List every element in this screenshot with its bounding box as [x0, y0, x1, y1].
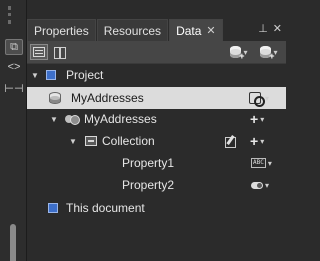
- pane-controls: ⊥ ✕: [258, 22, 282, 35]
- expand-arrow-icon[interactable]: ▼: [68, 137, 78, 146]
- project-icon: [46, 70, 56, 80]
- tree-item-collection[interactable]: ▼ Collection + ▾: [27, 130, 286, 152]
- edit-icon: [225, 135, 237, 148]
- tab-data[interactable]: Data ✕: [169, 19, 223, 41]
- add-property-button[interactable]: + ▾: [250, 112, 264, 126]
- list-view-button[interactable]: [30, 44, 48, 60]
- expand-arrow-icon[interactable]: ▼: [30, 71, 40, 80]
- tree-item-dataset[interactable]: ▼ MyAddresses + ▾: [27, 108, 286, 130]
- left-scrollbar[interactable]: [10, 224, 16, 261]
- close-icon[interactable]: ✕: [273, 22, 282, 35]
- chevron-down-icon: ▾: [267, 158, 272, 168]
- tree-item-project[interactable]: ▼ Project: [27, 64, 286, 86]
- abc-string-icon: ABC: [251, 158, 266, 168]
- tree-item-property1[interactable]: Property1 ABC ▾: [27, 152, 286, 174]
- tab-properties[interactable]: Properties: [27, 19, 96, 41]
- close-tab-icon[interactable]: ✕: [206, 24, 215, 37]
- tab-label: Resources: [103, 23, 162, 38]
- property-type-button[interactable]: ABC ▾: [251, 156, 272, 170]
- left-toolbar: ⧉ <> ⊢⊣: [0, 0, 27, 261]
- create-sample-data-button[interactable]: + ▾: [257, 44, 281, 61]
- tree-item-label: This document: [66, 201, 145, 215]
- property-type-button[interactable]: ▾: [251, 178, 269, 192]
- document-icon: [48, 203, 58, 213]
- boolean-toggle-icon: [251, 181, 263, 189]
- add-property-button[interactable]: + ▾: [250, 134, 264, 148]
- database-add-icon: +: [230, 46, 244, 61]
- tree-item-data-source[interactable]: MyAddresses ▾: [27, 87, 286, 109]
- code-view-icon[interactable]: <>: [5, 59, 23, 75]
- plus-icon: +: [250, 111, 259, 127]
- tree-item-label: Collection: [102, 134, 155, 148]
- toolbar-grip[interactable]: [8, 6, 18, 24]
- tab-resources[interactable]: Resources: [96, 19, 169, 41]
- tree-item-label: Project: [66, 68, 104, 82]
- list-view-icon: [33, 47, 45, 57]
- details-view-icon: [54, 47, 66, 59]
- chevron-down-icon: ▾: [265, 180, 270, 190]
- data-toolbar: + ▾ + ▾: [27, 41, 286, 64]
- database-options-icon: [249, 92, 265, 107]
- chevron-down-icon: ▾: [260, 114, 265, 124]
- panel-tabs: Properties Resources Data ✕: [27, 19, 286, 41]
- dataset-icon: [65, 114, 80, 125]
- edit-values-button[interactable]: [225, 134, 237, 148]
- tree-item-label: Property1: [122, 156, 175, 170]
- chevron-down-icon: ▾: [265, 93, 270, 103]
- plus-icon: +: [250, 133, 259, 149]
- tree-item-property2[interactable]: Property2 ▾: [27, 174, 286, 196]
- data-tree: ▼ Project MyAddresses ▾ ▼ MyAddresses + ▾…: [27, 64, 286, 261]
- tab-label: Data: [176, 23, 202, 38]
- details-view-button[interactable]: [51, 44, 69, 60]
- chevron-down-icon: ▾: [260, 136, 265, 146]
- split-view-icon[interactable]: ⊢⊣: [4, 80, 23, 96]
- tree-item-label: Property2: [122, 178, 175, 192]
- tree-item-label: MyAddresses: [71, 91, 144, 105]
- data-panel-window: ⧉ <> ⊢⊣ Properties Resources Data ✕ ⊥ ✕ +…: [0, 0, 286, 261]
- tree-item-this-document[interactable]: This document: [27, 197, 286, 219]
- pin-icon[interactable]: ⊥: [258, 22, 268, 35]
- database-sample-icon: +: [260, 46, 274, 61]
- tab-label: Properties: [34, 23, 89, 38]
- expand-arrow-icon[interactable]: ▼: [49, 115, 59, 124]
- data-panel-toggle-icon[interactable]: ⧉: [5, 39, 23, 55]
- data-source-options-button[interactable]: ▾: [249, 91, 270, 107]
- create-data-source-button[interactable]: + ▾: [227, 44, 251, 61]
- tree-item-label: MyAddresses: [84, 112, 157, 126]
- database-icon: [49, 92, 61, 104]
- collection-icon: [85, 136, 97, 146]
